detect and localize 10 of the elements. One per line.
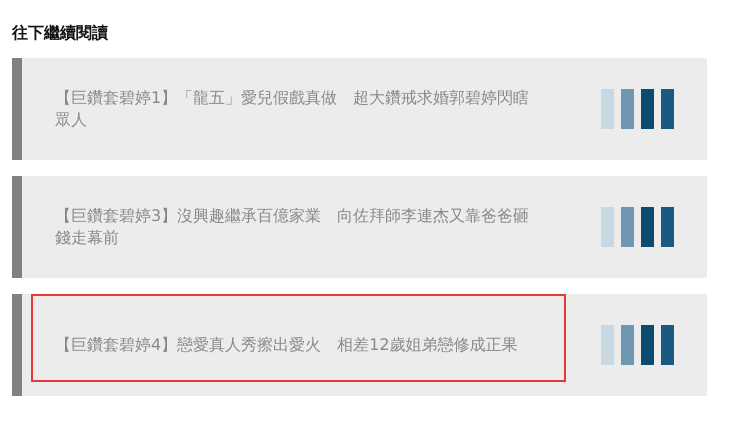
article-title: 【巨鑽套碧婷3】沒興趣繼承百億家業 向佐拜師李連杰又靠爸爸砸錢走幕前 [55, 205, 530, 249]
bars-icon [601, 325, 675, 365]
section-heading: 往下繼續閱讀 [12, 22, 109, 44]
article-title: 【巨鑽套碧婷4】戀愛真人秀擦出愛火 相差12歲姐弟戀修成正果 [55, 334, 519, 356]
bars-icon [601, 89, 675, 129]
bars-icon [601, 207, 675, 247]
article-card[interactable]: 【巨鑽套碧婷1】「龍五」愛兒假戲真做 超大鑽戒求婚郭碧婷閃瞎眾人 [12, 58, 707, 160]
article-card[interactable]: 【巨鑽套碧婷4】戀愛真人秀擦出愛火 相差12歲姐弟戀修成正果 [12, 294, 707, 396]
article-card[interactable]: 【巨鑽套碧婷3】沒興趣繼承百億家業 向佐拜師李連杰又靠爸爸砸錢走幕前 [12, 176, 707, 278]
article-title: 【巨鑽套碧婷1】「龍五」愛兒假戲真做 超大鑽戒求婚郭碧婷閃瞎眾人 [55, 87, 530, 131]
